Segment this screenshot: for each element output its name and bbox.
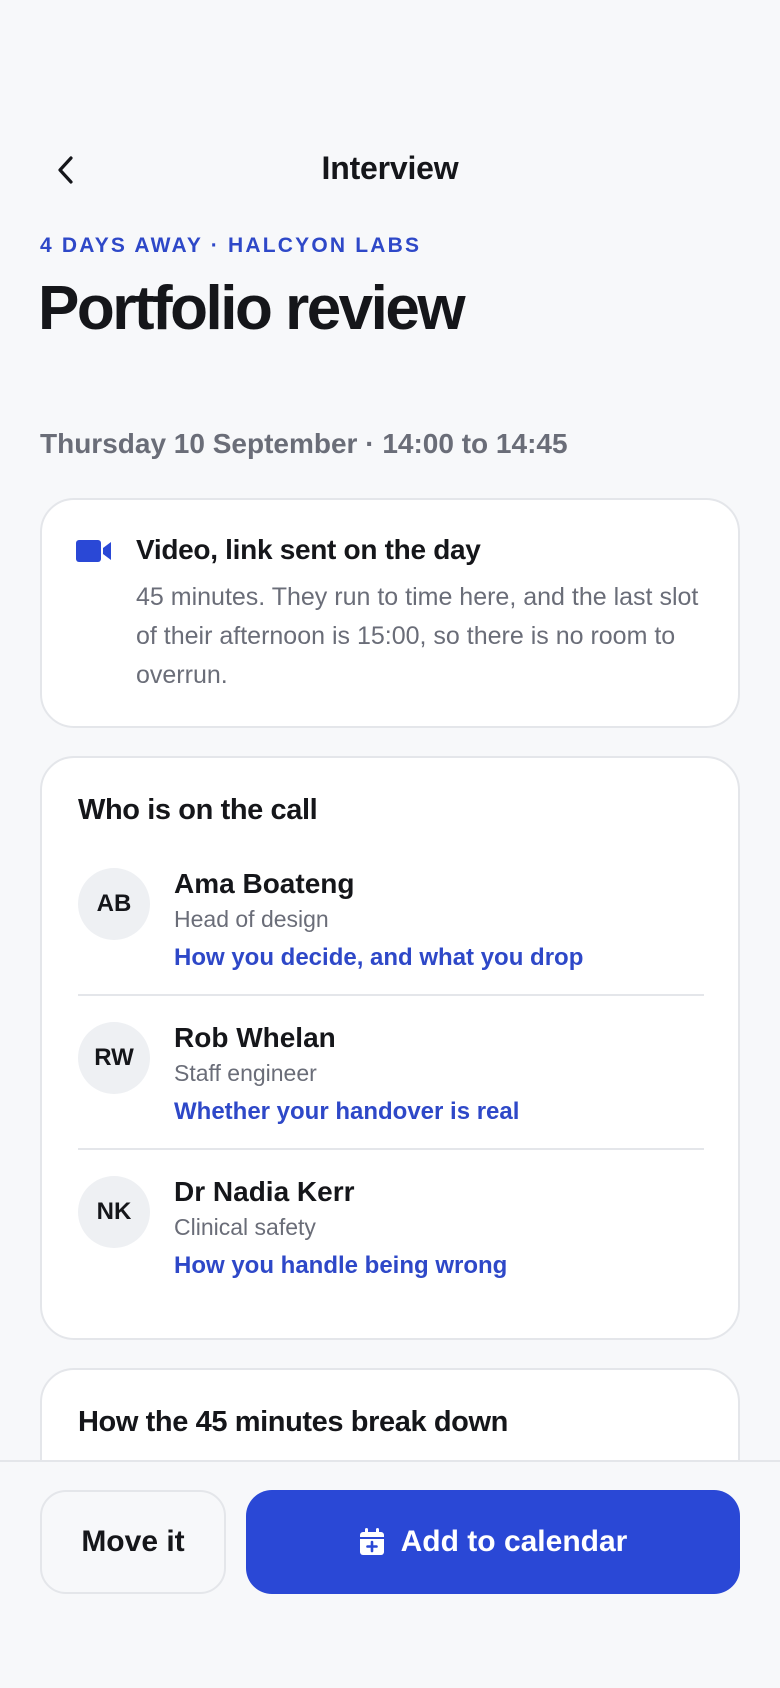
attendee-name: Rob Whelan [174, 1022, 336, 1053]
event-datetime: Thursday 10 September · 14:00 to 14:45 [40, 428, 568, 459]
attendees-heading: Who is on the call [78, 794, 318, 826]
page-title: Interview [321, 150, 459, 186]
attendee-item: RW Rob Whelan Staff engineer Whether you… [78, 1022, 704, 1176]
attendee-role: Head of design [174, 906, 329, 932]
attendees-card: Who is on the call AB Ama Boateng Head o… [40, 756, 740, 1340]
action-bar: Move it Add to calendar [0, 1460, 780, 1688]
attendee-name: Ama Boateng [174, 868, 355, 899]
attendee-item: NK Dr Nadia Kerr Clinical safety How you… [78, 1176, 704, 1330]
avatar: AB [78, 868, 150, 940]
move-button[interactable]: Move it [40, 1490, 226, 1594]
breakdown-heading: How the 45 minutes break down [78, 1406, 508, 1438]
divider [78, 1148, 704, 1150]
event-title: Portfolio review [38, 274, 466, 343]
attendee-focus-link[interactable]: Whether your handover is real [174, 1098, 519, 1126]
divider [78, 994, 704, 996]
add-to-calendar-label: Add to calendar [400, 1525, 628, 1558]
attendee-role: Clinical safety [174, 1214, 316, 1240]
attendee-role: Staff engineer [174, 1060, 317, 1086]
format-card: Video, link sent on the day 45 minutes. … [40, 498, 740, 728]
avatar: NK [78, 1176, 150, 1248]
avatar: RW [78, 1022, 150, 1094]
attendee-item: AB Ama Boateng Head of design How you de… [78, 868, 704, 1022]
format-heading: Video, link sent on the day [136, 534, 481, 565]
format-description: 45 minutes. They run to time here, and t… [136, 583, 699, 689]
event-eyebrow: 4 DAYS AWAY · HALCYON LABS [40, 234, 422, 257]
add-to-calendar-button[interactable]: Add to calendar [246, 1490, 740, 1594]
attendee-name: Dr Nadia Kerr [174, 1176, 355, 1207]
top-bar: Interview [0, 140, 780, 200]
interview-screen: Interview 4 DAYS AWAY · HALCYON LABS Por… [0, 0, 780, 1688]
calendar-add-icon [359, 1528, 384, 1555]
video-camera-icon [76, 540, 111, 562]
attendee-focus-link[interactable]: How you handle being wrong [174, 1252, 507, 1280]
attendee-focus-link[interactable]: How you decide, and what you drop [174, 944, 583, 972]
